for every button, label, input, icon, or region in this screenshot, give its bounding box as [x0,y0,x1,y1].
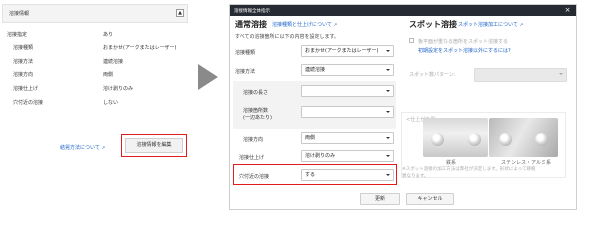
example-caption: ステンレス・アルミ系 [501,160,551,166]
row-label: 溶接種類 [13,45,34,51]
chevron-down-icon [386,111,390,113]
chevron-down-icon [559,73,563,75]
weld-count-select[interactable] [301,106,394,118]
welding-method-link[interactable]: 結晃方法について ↗ [60,144,105,151]
welding-info-panel: 溶接情報 ▲ 溶接指定 あり 溶接種類 おまかせ(アークまたはレーザー) 溶接方… [0,0,192,158]
welding-settings-dialog: 溶接情報全体指示 × 通常溶接 溶接種類と仕上げについて ↗ すべての溶接箇所に… [229,4,577,210]
panel-title: 溶接情報 [9,11,30,17]
chevron-down-icon [386,50,390,52]
disclaimer: 異なります。 [402,174,429,179]
section-title-spot-welding: スポット溶接 [409,20,457,29]
stainless-sample-image [489,118,558,157]
row-value: 連続溶接 [103,59,124,65]
spot-weld-dimple [431,133,444,146]
field-label: 溶接の長さ [243,90,269,96]
row-label: 溶接仕上げ [13,86,39,92]
spot-weld-dimple [468,133,481,146]
field-label: 溶接方法 [235,69,256,75]
external-link-icon: ↗ [333,23,338,28]
welding-direction-select[interactable]: 両側 [301,132,394,144]
field-label: 溶接仕上げ [239,155,265,161]
close-icon[interactable]: × [563,6,572,15]
dialog-title: 溶接情報全体指示 [234,9,270,14]
welding-method-select[interactable]: 連続溶接 [301,64,394,76]
example-caption: 鉄系 [446,160,457,166]
chevron-down-icon [386,174,390,176]
chevron-down-icon [386,137,390,139]
row-value: しない [103,100,119,106]
iron-sample-image [423,118,488,157]
chevron-down-icon [386,90,390,92]
hole-welding-select[interactable]: する [301,169,394,181]
field-label: 穴付近の溶接 [239,174,270,180]
welding-finish-select[interactable]: 溶け剥りのみ [301,150,394,162]
row-value: あり [103,32,114,38]
spot-pattern-select[interactable] [474,68,567,82]
spot-weld-dimple [499,133,512,146]
section-title-normal-welding: 通常溶接 [235,20,267,29]
section-note: すべての溶接箇所に以下の内容を設定します。 [235,34,339,40]
select-value: 連続溶接 [305,67,326,73]
checkbox-label: 板平面が重なる箇所をスポット溶接する [418,39,509,45]
spot-welding-link[interactable]: スポット溶接加工について ↗ [458,21,523,28]
chevron-down-icon [386,69,390,71]
welding-type-select[interactable]: おまかせ(アークまたはレーザー) [301,45,394,57]
link-label: 溶接種類と仕上げについて [272,22,332,28]
select-value: 溶け剥りのみ [305,153,336,159]
spot-welding-checkbox[interactable] [409,38,414,43]
field-label: 溶接方向 [243,137,264,143]
row-value: 溶け剥りのみ [103,86,134,92]
link-label: 結晃方法について [60,145,100,151]
welding-type-link[interactable]: 溶接種類と仕上げについて ↗ [272,21,337,28]
cancel-button[interactable]: キャンセル [406,193,454,205]
spot-pattern-label: スポット数パターン: [409,72,456,78]
external-link-icon: ↗ [101,146,106,151]
field-label: 溶接箇所数 [243,108,269,114]
panel-header: 溶接情報 ▲ [2,4,188,23]
select-value: する [305,172,316,178]
update-button[interactable]: 更新 [360,193,400,205]
row-value: おまかせ(アークまたはレーザー) [103,45,177,51]
field-sublabel: (一辺あたり) [243,115,272,121]
chevron-up-icon[interactable]: ▲ [176,9,184,17]
select-value: 両側 [305,135,316,141]
row-label: 溶接方法 [13,59,34,65]
edit-welding-info-button[interactable]: 溶接情報を編集 [125,138,183,153]
disclaimer: ※スポット溶接の加工方法は弊社が決定します。形状によって跡痕 [402,167,536,172]
row-value: 両側 [103,72,114,78]
row-label: 穴付近の溶接 [13,100,44,106]
select-value: おまかせ(アークまたはレーザー) [305,48,379,54]
link-label: スポット溶接加工について [458,22,518,28]
external-link-icon: ↗ [519,23,524,28]
row-label: 溶接方向 [13,72,34,78]
weld-length-select[interactable] [301,85,394,97]
default-setting-link[interactable]: 初期設定をスポット溶接以外にするには? [418,47,511,54]
dialog-header: 溶接情報全体指示 × [230,5,576,16]
right-arrow-icon [198,64,218,90]
field-label: 溶接種類 [235,50,256,56]
spot-weld-dimple [535,133,548,146]
chevron-down-icon [386,155,390,157]
row-label: 溶接指定 [7,32,28,38]
